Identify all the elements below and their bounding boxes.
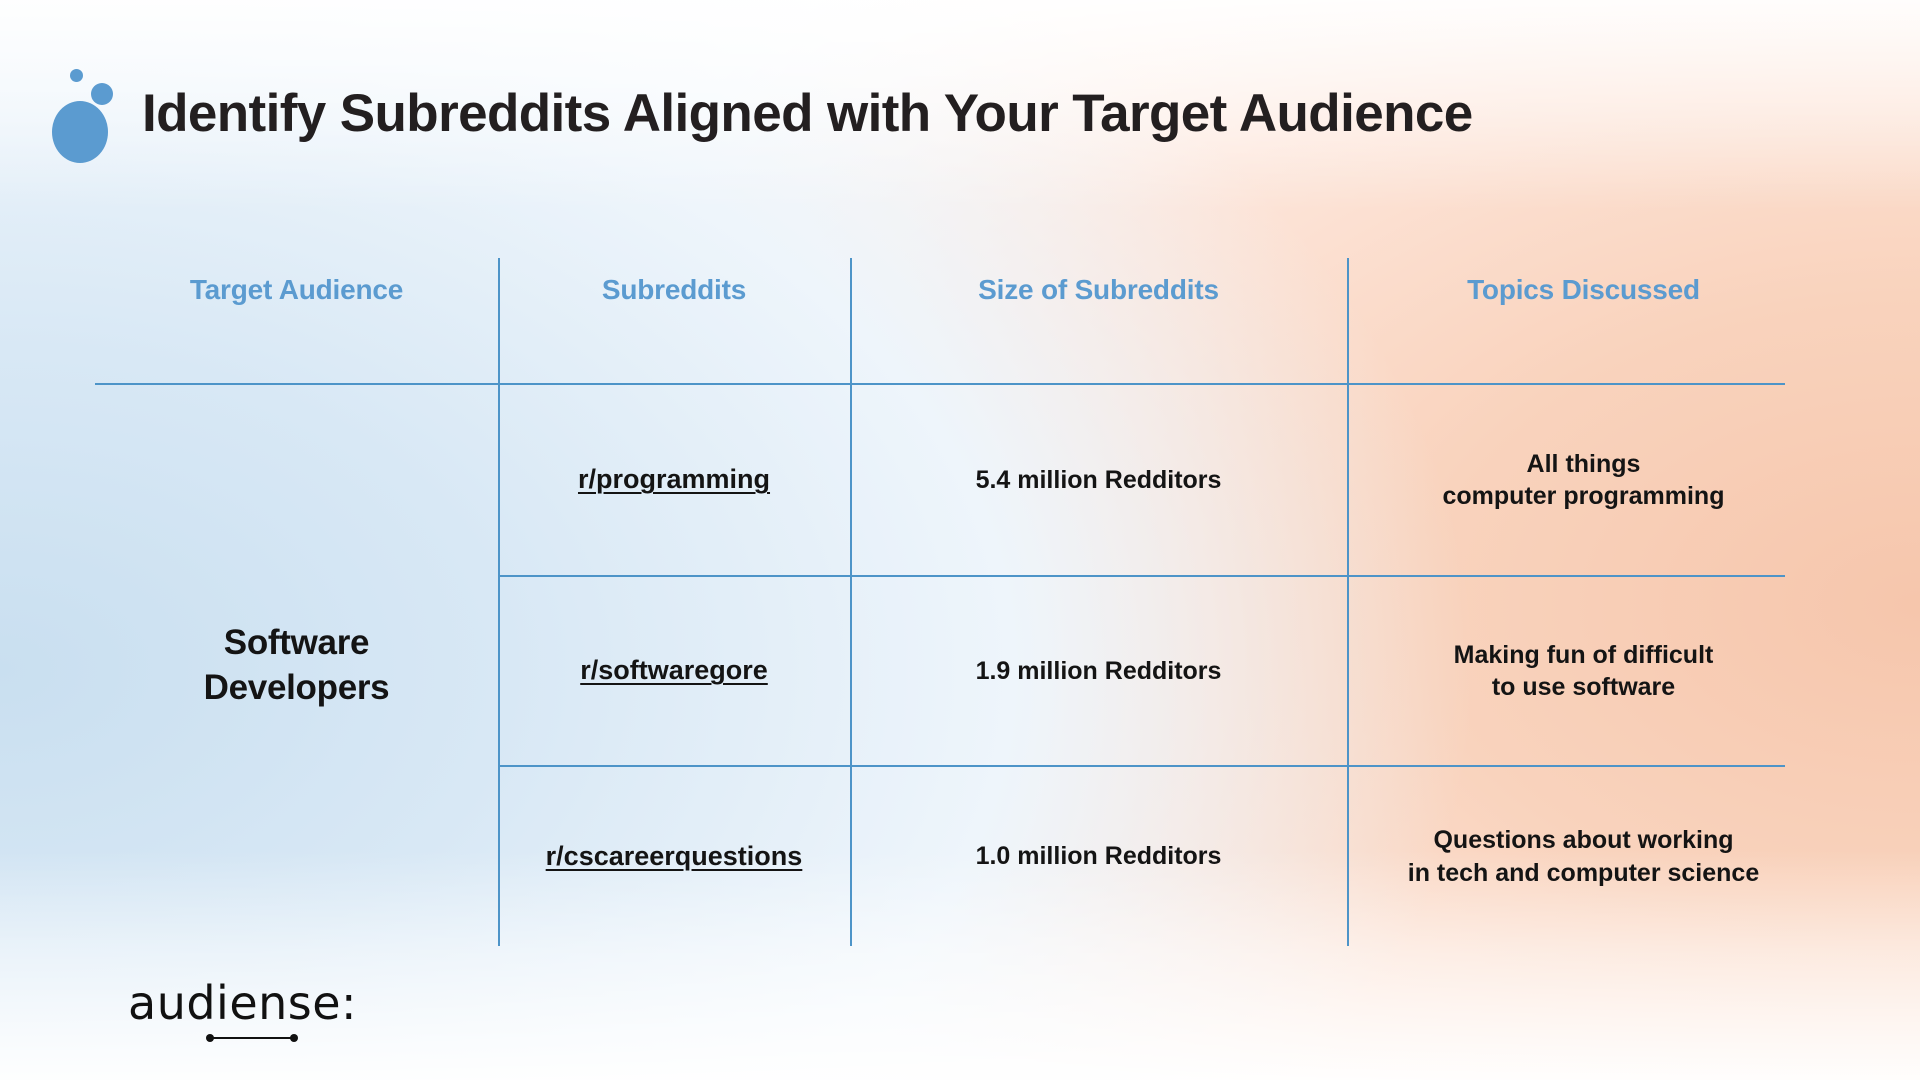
audience-label-line-2: Developers bbox=[203, 667, 390, 707]
subreddit-link-2[interactable]: r/softwaregore bbox=[580, 653, 768, 688]
table-row: r/softwaregore bbox=[498, 577, 850, 765]
underline-dot-right-icon bbox=[290, 1034, 298, 1042]
table-row: r/cscareerquestions bbox=[498, 767, 850, 946]
subreddit-table: Target Audience Subreddits Size of Subre… bbox=[95, 258, 1820, 948]
topics-cell-2: Making fun of difficult to use software bbox=[1347, 577, 1820, 765]
subreddit-size-3: 1.0 million Redditors bbox=[975, 842, 1222, 871]
audience-label-line-1: Software bbox=[223, 622, 370, 662]
topics-line-2-a: Making fun of difficult bbox=[1453, 640, 1714, 669]
column-header-topics-discussed: Topics Discussed bbox=[1467, 274, 1700, 305]
topics-cell-3: Questions about working in tech and comp… bbox=[1347, 767, 1820, 946]
audiense-bubbles-icon bbox=[48, 63, 120, 163]
topics-line-3-b: in tech and computer science bbox=[1407, 858, 1760, 887]
subreddit-size-2: 1.9 million Redditors bbox=[975, 656, 1222, 685]
subreddit-size-1: 5.4 million Redditors bbox=[975, 465, 1222, 494]
subreddit-link-3[interactable]: r/cscareerquestions bbox=[546, 839, 803, 874]
subreddit-link-1[interactable]: r/programming bbox=[578, 462, 770, 497]
column-header-target-audience: Target Audience bbox=[189, 274, 404, 305]
topics-cell-1: All things computer programming bbox=[1347, 385, 1820, 575]
topics-line-1-a: All things bbox=[1526, 449, 1641, 478]
header: Identify Subreddits Aligned with Your Ta… bbox=[48, 58, 1473, 168]
page-title: Identify Subreddits Aligned with Your Ta… bbox=[142, 83, 1473, 143]
table-row: r/programming bbox=[498, 385, 850, 575]
slide-canvas: Identify Subreddits Aligned with Your Ta… bbox=[0, 0, 1920, 1080]
topics-line-2-b: to use software bbox=[1491, 673, 1676, 701]
column-header-subreddits: Subreddits bbox=[601, 274, 747, 305]
audiense-logo: audiense: bbox=[128, 980, 388, 1050]
topics-line-3-a: Questions about working bbox=[1433, 826, 1734, 854]
audience-cell-software-developers: Software Developers bbox=[95, 385, 498, 946]
bubble-small-icon bbox=[70, 69, 83, 82]
audiense-wordmark: audiense: bbox=[128, 976, 358, 1030]
underline-bar-icon bbox=[210, 1037, 294, 1039]
bubble-large-icon bbox=[52, 101, 108, 163]
audiense-underline-decoration bbox=[206, 1034, 298, 1043]
column-header-size-of-subreddits: Size of Subreddits bbox=[978, 274, 1219, 305]
topics-line-1-b: computer programming bbox=[1442, 482, 1725, 510]
bubble-medium-icon bbox=[91, 83, 113, 105]
